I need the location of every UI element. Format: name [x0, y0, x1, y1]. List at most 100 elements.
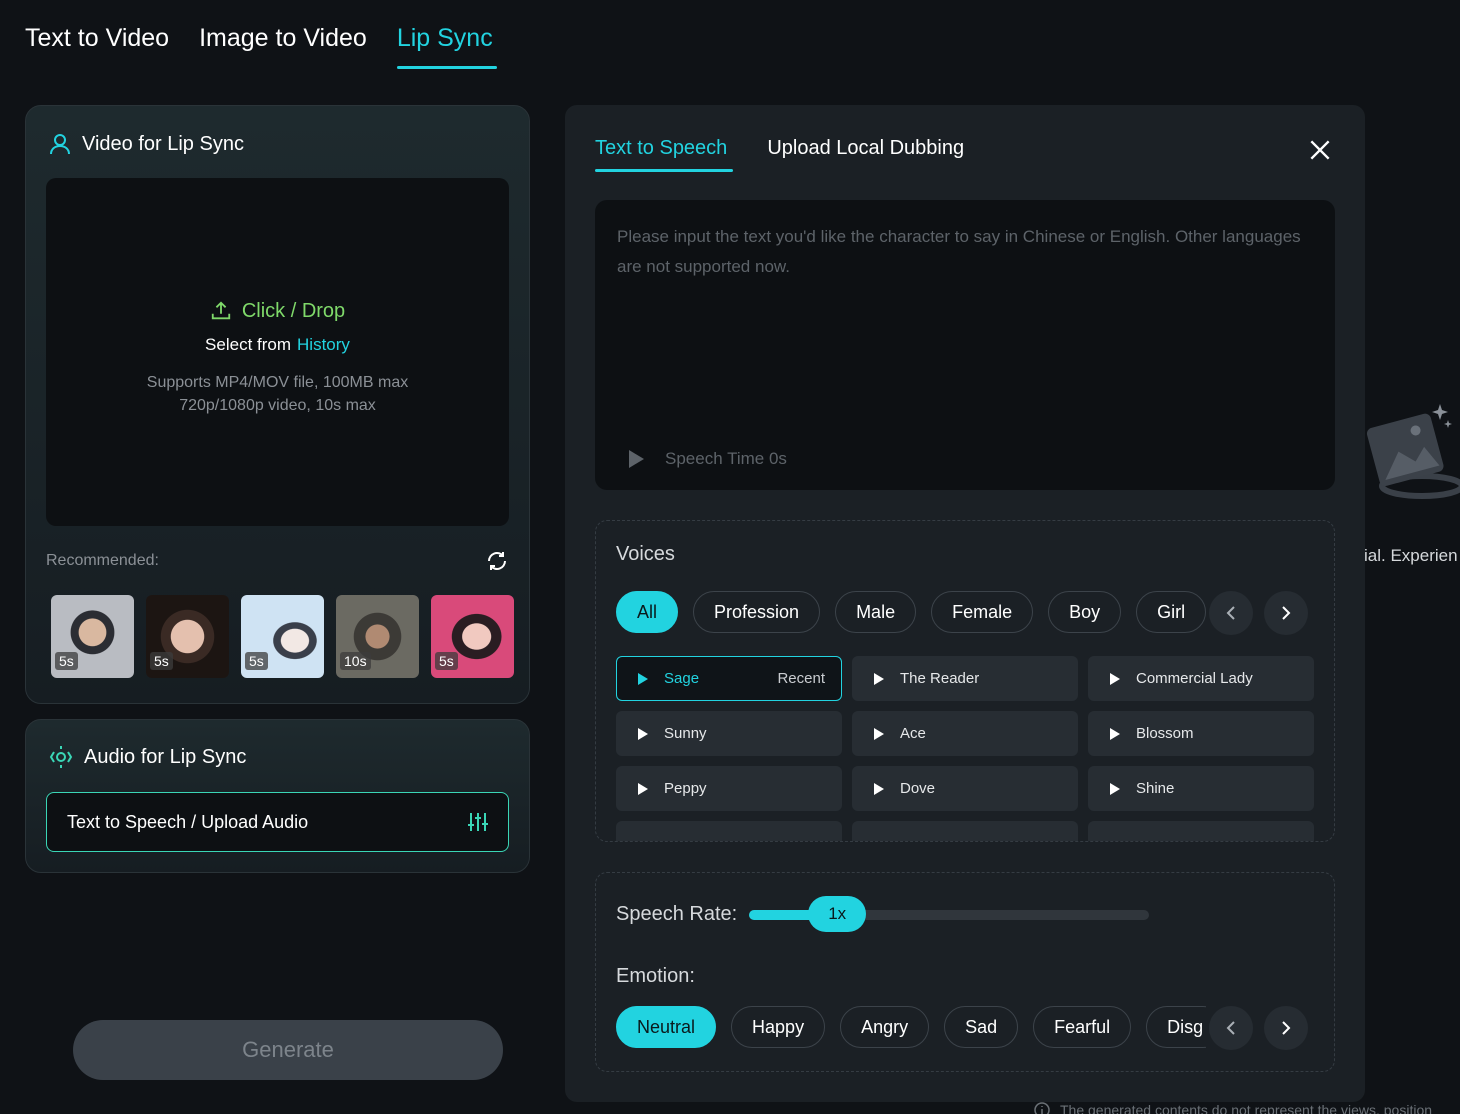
upload-hint: Supports MP4/MOV file, 100MB max 720p/10…	[147, 371, 408, 417]
speech-rate-handle[interactable]: 1x	[808, 895, 867, 932]
thumbnail-duration: 5s	[245, 652, 268, 670]
generate-button[interactable]: Generate	[73, 1020, 503, 1080]
play-icon[interactable]	[1109, 727, 1121, 741]
audio-card: Audio for Lip Sync Text to Speech / Uplo…	[25, 719, 530, 873]
background-caption: ial. Experien	[1364, 546, 1458, 565]
history-link[interactable]: History	[297, 335, 350, 354]
upload-icon	[211, 301, 230, 320]
voice-item-the-reader[interactable]: The Reader	[852, 656, 1078, 701]
chevron-left-icon	[1226, 606, 1235, 620]
voice-name: Commercial Lady	[1136, 670, 1253, 687]
audio-card-title: Audio for Lip Sync	[84, 745, 247, 768]
voice-item-blossom[interactable]: Blossom	[1088, 711, 1314, 756]
thumbnail-3[interactable]: 5s	[241, 595, 324, 678]
voice-item-dove[interactable]: Dove	[852, 766, 1078, 811]
voice-item-commercial-lady[interactable]: Commercial Lady	[1088, 656, 1314, 701]
voice-item-ace[interactable]: Ace	[852, 711, 1078, 756]
info-icon	[1034, 1102, 1050, 1114]
voice-item-partial[interactable]	[616, 821, 842, 841]
play-icon[interactable]	[1109, 672, 1121, 686]
emotion-angry[interactable]: Angry	[840, 1006, 930, 1048]
voice-filter-boy[interactable]: Boy	[1048, 591, 1122, 633]
voice-item-shine[interactable]: Shine	[1088, 766, 1314, 811]
play-icon[interactable]	[637, 672, 649, 686]
audio-card-header: Audio for Lip Sync	[48, 744, 246, 770]
recommended-label: Recommended:	[46, 552, 159, 569]
speech-time-row: Speech Time 0s	[627, 449, 787, 469]
speech-rate-row: Speech Rate: 1x	[616, 895, 1150, 932]
speech-text-input[interactable]	[595, 200, 1335, 490]
play-icon[interactable]	[637, 782, 649, 796]
tts-upload-audio-button[interactable]: Text to Speech / Upload Audio	[46, 792, 509, 852]
tab-lip-sync[interactable]: Lip Sync	[396, 24, 497, 69]
image-illustration-icon	[1366, 404, 1460, 499]
thumbnail-duration: 5s	[55, 652, 78, 670]
emotion-neutral[interactable]: Neutral	[616, 1006, 717, 1048]
voices-title: Voices	[616, 543, 675, 565]
voice-filter-prev-button[interactable]	[1209, 591, 1253, 635]
tab-image-to-video[interactable]: Image to Video	[199, 24, 367, 69]
voice-name: Peppy	[664, 780, 707, 797]
voice-name: Dove	[900, 780, 936, 797]
chevron-right-icon	[1282, 1021, 1291, 1035]
thumbnail-1[interactable]: 5s	[51, 595, 134, 678]
close-icon[interactable]	[1307, 137, 1333, 163]
play-icon[interactable]	[873, 727, 885, 741]
speech-rate-slider[interactable]: 1x	[749, 895, 1150, 932]
emotion-label: Emotion:	[616, 965, 695, 987]
play-icon[interactable]	[627, 449, 645, 469]
speech-settings-section: Speech Rate: 1x Emotion: Neutral Happy A…	[595, 872, 1335, 1072]
upload-prompt[interactable]: Click / Drop	[210, 300, 345, 323]
mode-tabs: Text to Video Image to Video Lip Sync	[25, 24, 497, 69]
voice-filter-girl[interactable]: Girl	[1136, 591, 1206, 633]
emotion-fearful[interactable]: Fearful	[1033, 1006, 1132, 1048]
voice-name: Sunny	[664, 725, 707, 742]
video-card-header: Video for Lip Sync	[48, 132, 244, 156]
emotion-disgusted[interactable]: Disg	[1146, 1006, 1206, 1048]
emotion-clip: Neutral Happy Angry Sad Fearful Disg	[616, 1006, 1206, 1052]
voice-name: The Reader	[900, 670, 980, 687]
voice-name: Sage	[664, 670, 700, 687]
thumbnail-5[interactable]: 5s	[431, 595, 514, 678]
play-icon[interactable]	[1109, 782, 1121, 796]
upload-hint-line1: Supports MP4/MOV file, 100MB max	[146, 373, 409, 391]
voice-name: Shine	[1136, 780, 1175, 797]
play-icon[interactable]	[873, 782, 885, 796]
panel-tabs: Text to Speech Upload Local Dubbing	[595, 137, 964, 172]
thumbnail-duration: 5s	[435, 652, 458, 670]
voice-filter-clip: All Profession Male Female Boy Girl	[616, 591, 1206, 637]
voice-item-sage[interactable]: Sage Recent	[616, 656, 842, 701]
voice-item-partial[interactable]	[1088, 821, 1314, 841]
voice-item-sunny[interactable]: Sunny	[616, 711, 842, 756]
thumbnail-4[interactable]: 10s	[336, 595, 419, 678]
play-icon[interactable]	[637, 727, 649, 741]
voice-filter-female[interactable]: Female	[931, 591, 1034, 633]
voices-section: Voices All Profession Male Female Boy Gi…	[595, 520, 1335, 842]
tab-text-to-video[interactable]: Text to Video	[25, 24, 169, 69]
tab-upload-local-dubbing[interactable]: Upload Local Dubbing	[767, 137, 964, 172]
play-icon[interactable]	[873, 672, 885, 686]
video-drop-zone[interactable]: Click / Drop Select from History Supports…	[46, 178, 509, 526]
voice-filter-profession[interactable]: Profession	[693, 591, 821, 633]
voice-item-peppy[interactable]: Peppy	[616, 766, 842, 811]
user-icon	[50, 134, 70, 155]
voice-item-partial[interactable]	[852, 821, 1078, 841]
voice-filter-male[interactable]: Male	[835, 591, 917, 633]
image-placeholder-illustration	[1362, 398, 1460, 508]
recommended-thumbnails: 5s 5s 5s 10s 5s	[51, 595, 514, 678]
speech-rate-label: Speech Rate:	[616, 903, 738, 925]
refresh-icon[interactable]	[485, 549, 509, 573]
select-from-row: Select from History	[205, 335, 350, 355]
thumbnail-duration: 5s	[150, 652, 173, 670]
tts-panel: Text to Speech Upload Local Dubbing Spee…	[565, 105, 1365, 1102]
emotion-happy[interactable]: Happy	[731, 1006, 826, 1048]
voice-name: Blossom	[1136, 725, 1194, 742]
emotion-next-button[interactable]	[1264, 1006, 1308, 1050]
emotion-sad[interactable]: Sad	[944, 1006, 1019, 1048]
thumbnail-2[interactable]: 5s	[146, 595, 229, 678]
voice-filter-all[interactable]: All	[616, 591, 679, 633]
tab-text-to-speech[interactable]: Text to Speech	[595, 137, 734, 172]
voice-filter-next-button[interactable]	[1264, 591, 1308, 635]
tts-upload-audio-label: Text to Speech / Upload Audio	[67, 811, 309, 832]
emotion-prev-button[interactable]	[1209, 1006, 1253, 1050]
